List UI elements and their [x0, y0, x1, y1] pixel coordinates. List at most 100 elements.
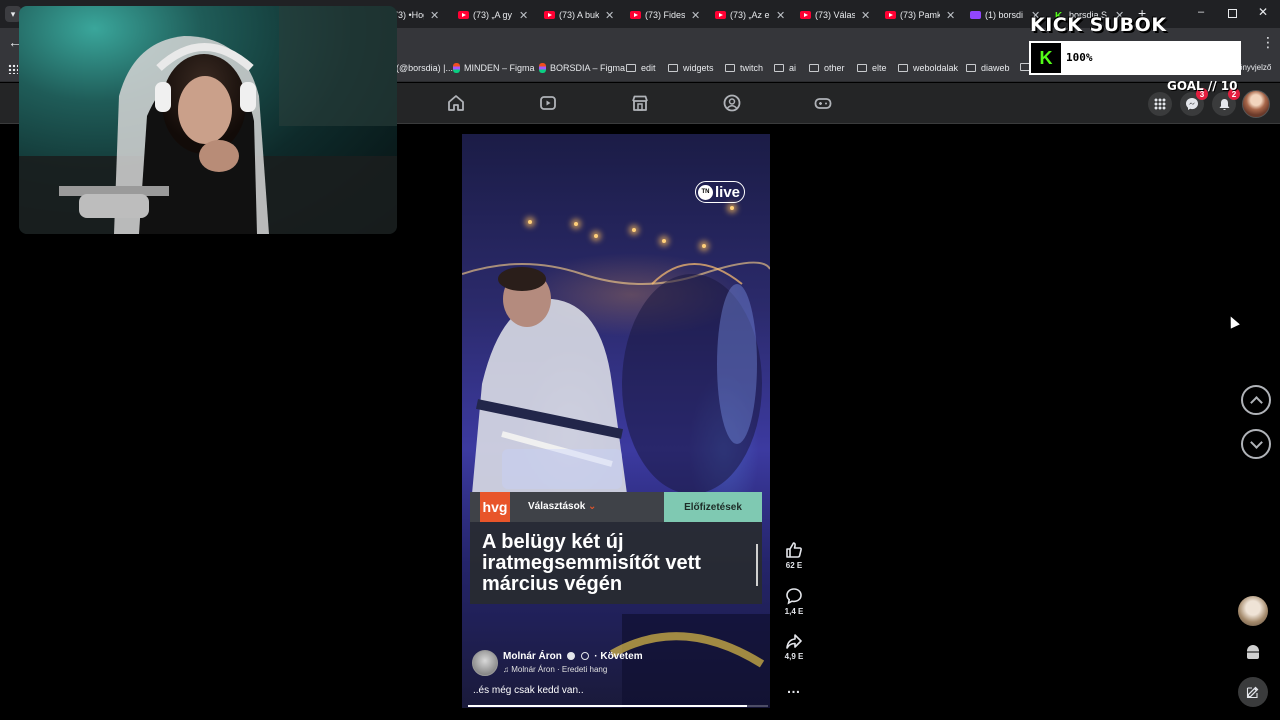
contact-button[interactable] [1238, 637, 1268, 667]
more-options-button[interactable]: … [779, 680, 809, 698]
bookmark-label: edit [641, 63, 656, 73]
notifications-button[interactable]: 2 [1212, 88, 1240, 116]
video-progress-track[interactable] [468, 705, 768, 707]
bookmark-label: diaweb [981, 63, 1010, 73]
marketplace-icon[interactable] [630, 93, 650, 113]
hvg-subscribe-button: Előfizetések [664, 492, 762, 522]
like-count: 62 E [785, 561, 803, 570]
share-arrow-icon [786, 634, 802, 649]
follow-button[interactable]: · Követem [594, 651, 642, 662]
previous-reel-button[interactable] [1241, 385, 1271, 415]
folder-icon [966, 64, 976, 72]
share-button[interactable]: 4,9 E [779, 632, 809, 661]
bookmark-folder[interactable]: twitch [725, 63, 763, 73]
bookmark-label: widgets [683, 63, 714, 73]
comment-count: 1,4 E [784, 607, 804, 616]
gaming-icon[interactable] [813, 93, 833, 113]
youtube-icon [885, 11, 896, 19]
like-button[interactable]: 62 E [779, 541, 809, 570]
person-icon [1247, 645, 1259, 659]
youtube-icon [800, 11, 811, 19]
live-label: live [715, 183, 741, 201]
reel-caption: ..és még csak kedd van.. [473, 685, 584, 696]
browser-menu-icon[interactable]: ⋮ [1261, 34, 1275, 51]
contact-avatar[interactable] [1238, 596, 1268, 626]
menu-grid-button[interactable] [1148, 92, 1172, 116]
youtube-icon [458, 11, 469, 19]
close-icon[interactable]: ✕ [691, 9, 700, 22]
bookmark-label: MINDEN – Figma [464, 63, 535, 73]
tab-label: (73) A buk [559, 10, 599, 20]
bookmark[interactable]: (@borsdia) |... [396, 63, 453, 73]
bookmark-label: BORSDIA – Figma [550, 63, 626, 73]
close-window-icon[interactable]: ✕ [1258, 5, 1268, 19]
comment-button[interactable]: 1,4 E [779, 587, 809, 616]
tab-label: (73) Fidesz [645, 10, 685, 20]
folder-icon [857, 64, 867, 72]
chevron-up-icon [1249, 395, 1263, 409]
close-icon[interactable]: ✕ [946, 9, 955, 22]
audio-label: Molnár Áron · Eredeti hang [511, 665, 608, 674]
new-message-button[interactable] [1238, 677, 1268, 707]
messenger-button[interactable]: 3 [1180, 88, 1208, 116]
author-name[interactable]: Molnár Áron [503, 651, 562, 662]
bookmark-label: other [824, 63, 845, 73]
bookmark-folder[interactable]: diaweb [966, 63, 1010, 73]
folder-icon [626, 64, 636, 72]
all-bookmarks-link[interactable]: önyvjelző [1238, 63, 1271, 72]
tab-label: (73) Válasz [815, 10, 855, 20]
compose-icon [1246, 686, 1259, 699]
reel-video[interactable]: TN live hvg Választások ⌄ Előfizetések A… [462, 134, 770, 708]
hvg-news-banner: hvg Választások ⌄ Előfizetések A belügy … [470, 492, 762, 604]
browser-tab[interactable]: (73) A buk ✕ [544, 4, 616, 26]
bookmark-folder[interactable]: widgets [668, 63, 714, 73]
browser-tab[interactable]: (73) •Hogy ✕ [390, 4, 450, 26]
browser-tab[interactable]: (73) „A gy ✕ [458, 4, 530, 26]
bookmark-label: twitch [740, 63, 764, 73]
close-icon[interactable]: ✕ [519, 9, 528, 22]
browser-tab[interactable]: (73) Fidesz ✕ [630, 4, 702, 26]
chevron-down-icon [1249, 435, 1263, 449]
minimize-icon[interactable]: – [1198, 6, 1204, 18]
figma-icon [453, 63, 460, 73]
bookmark-folder[interactable]: other [809, 63, 845, 73]
home-icon[interactable] [446, 93, 466, 113]
browser-tab[interactable]: (73) Pamk ✕ [885, 4, 957, 26]
profile-avatar[interactable] [1242, 90, 1270, 118]
section-text: Választások [528, 501, 586, 512]
bookmark-label: weboldalak [913, 63, 959, 73]
reel-author-row: Molnár Áron · Követem ♫ Molnár Áron · Er… [472, 648, 762, 680]
close-icon[interactable]: ✕ [605, 9, 614, 22]
webcam-overlay [19, 6, 397, 234]
folder-icon [668, 64, 678, 72]
messenger-icon [1186, 98, 1198, 110]
video-progress-fill [468, 705, 747, 707]
audio-line[interactable]: ♫ Molnár Áron · Eredeti hang [503, 665, 607, 674]
close-icon[interactable]: ✕ [861, 9, 870, 22]
tab-label: (73) Pamk [900, 10, 940, 20]
maximize-icon[interactable] [1228, 9, 1237, 18]
folder-icon [809, 64, 819, 72]
bookmark[interactable]: BORSDIA – Figma [539, 63, 625, 73]
hvg-header: hvg Választások ⌄ Előfizetések [470, 492, 762, 522]
youtube-icon [630, 11, 641, 19]
bookmark[interactable]: MINDEN – Figma [453, 63, 535, 73]
bookmark-label: ai [789, 63, 797, 73]
groups-icon[interactable] [722, 93, 742, 113]
bookmark-folder[interactable]: weboldalak [898, 63, 958, 73]
next-reel-button[interactable] [1241, 429, 1271, 459]
street-light [594, 234, 598, 238]
bookmark-folder[interactable]: ai [774, 63, 796, 73]
bookmark-folder[interactable]: elte [857, 63, 887, 73]
bookmark-folder[interactable]: edit [626, 63, 656, 73]
browser-tab[interactable]: (73) „Az e ✕ [715, 4, 787, 26]
close-icon[interactable]: ✕ [430, 9, 439, 22]
street-light [632, 228, 636, 232]
browser-tab[interactable]: (73) Válasz ✕ [800, 4, 872, 26]
street-light [702, 244, 706, 248]
author-avatar[interactable] [472, 650, 498, 676]
close-icon[interactable]: ✕ [776, 9, 785, 22]
apps-grid-icon[interactable] [8, 64, 18, 74]
tab-label: (73) „Az e [730, 10, 770, 20]
video-icon[interactable] [538, 93, 558, 113]
